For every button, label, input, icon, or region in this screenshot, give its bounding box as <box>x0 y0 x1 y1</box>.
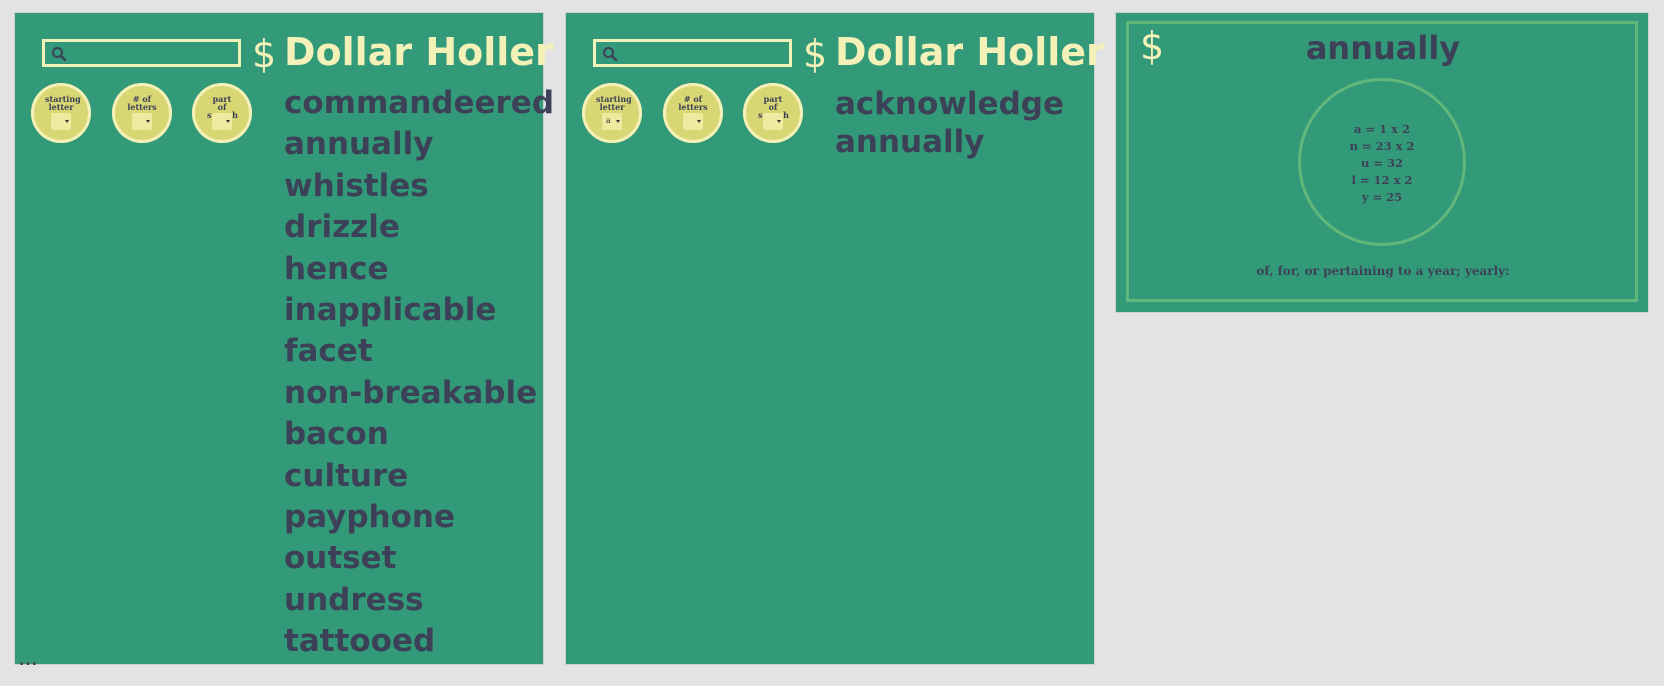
word-item[interactable]: tattooed <box>284 621 554 662</box>
starting-letter-select[interactable]: a <box>602 113 622 130</box>
search-input[interactable] <box>620 42 786 64</box>
word-list-panel-2: $ Dollar Holler starting letter a # of l… <box>565 12 1105 665</box>
word-item[interactable]: acknowledge <box>835 85 1064 123</box>
letter-count-select[interactable] <box>683 113 703 130</box>
selected-value: a <box>606 116 611 125</box>
starting-letter-filter: starting letter a <box>582 83 642 143</box>
part-of-speech-filter: part of speech <box>192 83 252 143</box>
score-line: a = 1 x 2 <box>1354 122 1410 136</box>
part-of-speech-select[interactable] <box>763 113 783 130</box>
detail-word: annually <box>1305 29 1461 67</box>
word-list: commandeered annually whistles drizzle h… <box>284 83 554 663</box>
word-list: acknowledge annually <box>835 85 1064 161</box>
starting-letter-select[interactable] <box>51 113 71 130</box>
filter-label: starting letter <box>596 94 632 112</box>
search-icon <box>603 47 618 62</box>
word-item[interactable]: inapplicable <box>284 290 554 331</box>
search-input[interactable] <box>69 42 235 64</box>
part-of-speech-filter: part of speech <box>743 83 803 143</box>
word-item[interactable]: culture <box>284 456 554 497</box>
letter-count-filter: # of letters <box>112 83 172 143</box>
dollar-sign-logo: $ <box>252 32 277 76</box>
word-item[interactable]: commandeered <box>284 83 554 124</box>
word-list-panel-1: $ Dollar Holler starting letter # of let… <box>14 12 554 665</box>
app-title: Dollar Holler <box>835 30 1105 74</box>
chevron-down-icon <box>65 120 69 123</box>
chevron-down-icon <box>226 120 230 123</box>
chevron-down-icon <box>616 120 620 123</box>
score-breakdown: a = 1 x 2 n = 23 x 2 u = 32 l = 12 x 2 y… <box>1301 121 1463 206</box>
search-icon <box>52 47 67 62</box>
word-item[interactable]: annually <box>835 123 1064 161</box>
letter-count-filter: # of letters <box>663 83 723 143</box>
word-item[interactable]: hence <box>284 249 554 290</box>
filter-label: # of letters <box>127 94 157 112</box>
letter-count-select[interactable] <box>132 113 152 130</box>
word-item[interactable]: payphone <box>284 497 554 538</box>
score-line: l = 12 x 2 <box>1351 173 1413 187</box>
score-line: n = 23 x 2 <box>1349 139 1415 153</box>
search-bar[interactable] <box>593 39 792 67</box>
score-line: y = 25 <box>1361 190 1403 204</box>
word-item[interactable]: drizzle <box>284 207 554 248</box>
score-line: u = 32 <box>1360 156 1403 170</box>
search-bar[interactable] <box>42 39 241 67</box>
starting-letter-filter: starting letter <box>31 83 91 143</box>
word-detail-card: $ annually a = 1 x 2 n = 23 x 2 u = 32 l… <box>1115 12 1649 313</box>
filter-label: starting letter <box>45 94 81 112</box>
dollar-sign-logo: $ <box>803 32 828 76</box>
score-breakdown-circle: a = 1 x 2 n = 23 x 2 u = 32 l = 12 x 2 y… <box>1298 78 1466 246</box>
chevron-down-icon <box>777 120 781 123</box>
word-definition: of, for, or pertaining to a year; yearly… <box>1256 264 1510 278</box>
chevron-down-icon <box>697 120 701 123</box>
word-item[interactable]: bacon <box>284 414 554 455</box>
word-item[interactable]: annually <box>284 124 554 165</box>
app-title: Dollar Holler <box>284 30 554 74</box>
part-of-speech-select[interactable] <box>212 113 232 130</box>
filter-label: # of letters <box>678 94 708 112</box>
more-indicator: ... <box>19 653 38 669</box>
word-item[interactable]: undress <box>284 580 554 621</box>
word-item[interactable]: outset <box>284 538 554 579</box>
word-item[interactable]: non-breakable <box>284 373 554 414</box>
chevron-down-icon <box>146 120 150 123</box>
word-item[interactable]: facet <box>284 331 554 372</box>
word-item[interactable]: whistles <box>284 166 554 207</box>
